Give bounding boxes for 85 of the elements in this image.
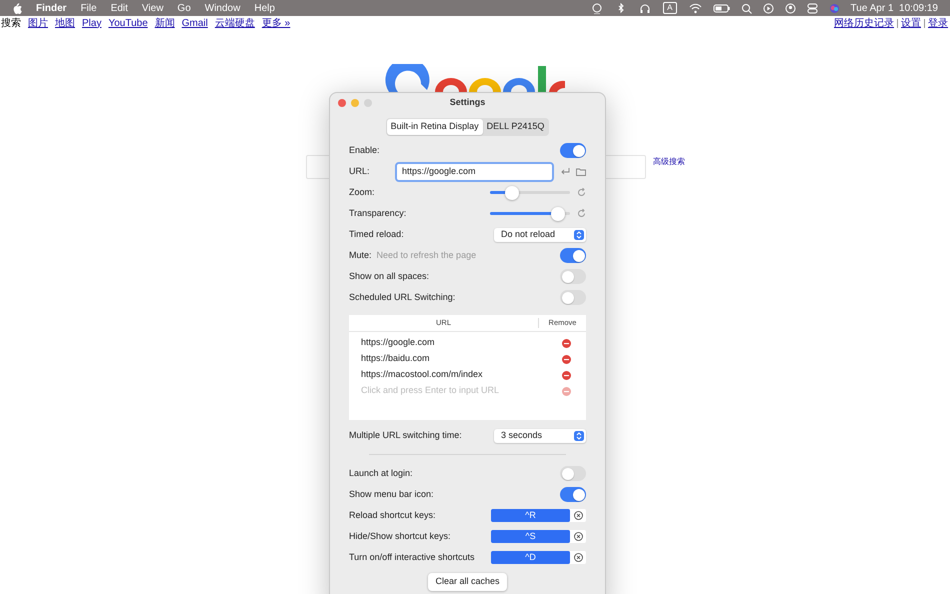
advanced-search-link[interactable]: 高级搜索 (653, 156, 685, 168)
toggle-switch[interactable] (560, 466, 586, 481)
setting-label: Show on all spaces: (349, 270, 430, 283)
shortcut-recorder[interactable]: ^S (491, 530, 570, 543)
control-center-icon[interactable] (806, 2, 818, 14)
slider-thumb[interactable] (504, 186, 519, 200)
url-field[interactable]: https://google.com (395, 162, 554, 182)
clear-icon[interactable] (574, 532, 582, 541)
table-cell-text: https://macostool.com/m/index (361, 368, 484, 382)
wifi-icon[interactable] (688, 2, 702, 14)
slider[interactable] (490, 206, 570, 220)
clear-icon[interactable] (574, 553, 582, 562)
account-link[interactable]: 设置 (901, 16, 921, 30)
nav-link[interactable]: 更多 » (262, 16, 290, 30)
remove-icon[interactable] (562, 370, 571, 380)
toggle-switch[interactable] (560, 487, 586, 502)
account-link[interactable]: 网络历史记录 (834, 16, 894, 30)
user-circle-icon[interactable] (784, 2, 796, 14)
menu-item[interactable]: File (80, 0, 97, 16)
table-cell-text: https://google.com (361, 336, 436, 350)
play-circle-icon[interactable] (762, 2, 774, 14)
setting-label: Multiple URL switching time: (349, 428, 462, 442)
shortcut-recorder[interactable]: ^D (491, 551, 570, 564)
remove-icon[interactable] (562, 338, 571, 348)
shortcut-recorder[interactable]: ^R (491, 509, 570, 522)
nav-link[interactable]: 云端硬盘 (214, 16, 255, 30)
display-tab[interactable]: Built-in Retina Display (386, 119, 483, 135)
setting-label: Turn on/off interactive shortcuts (349, 550, 475, 564)
headphones-icon[interactable] (639, 2, 652, 14)
display-tab[interactable]: DELL P2415Q (482, 119, 548, 135)
nav-link[interactable]: YouTube (108, 16, 148, 30)
menu-item[interactable]: Go (177, 0, 191, 16)
hint-text: Need to refresh the page (376, 248, 476, 262)
popup-button[interactable]: Do not reload (494, 228, 586, 242)
toggle-switch[interactable] (560, 248, 586, 263)
setting-label: Reload shortcut keys: (349, 508, 436, 522)
apple-icon[interactable] (12, 2, 22, 14)
menu-bar-clock[interactable]: Tue Apr 1 10:09:19 (850, 0, 938, 16)
nav-link[interactable]: Play (82, 16, 102, 30)
popup-value: 3 seconds (501, 428, 542, 442)
menu-item[interactable]: View (142, 0, 164, 16)
search-icon[interactable] (740, 2, 752, 14)
return-icon[interactable] (560, 167, 570, 176)
stepper-icon[interactable] (574, 230, 584, 240)
toggle-switch[interactable] (560, 143, 586, 158)
setting-label: Mute: (349, 248, 372, 262)
reset-icon[interactable] (577, 209, 586, 218)
popup-button[interactable]: 3 seconds (494, 428, 586, 442)
setting-label: Scheduled URL Switching: (349, 290, 456, 304)
siri-icon[interactable] (828, 2, 840, 14)
setting-label: Hide/Show shortcut keys: (349, 530, 451, 543)
globe-icon[interactable] (591, 2, 604, 14)
menu-item[interactable]: Help (254, 0, 275, 16)
nav-link[interactable]: 新闻 (154, 16, 175, 30)
table-cell-text: https://baidu.com (361, 352, 431, 366)
remove-icon[interactable] (562, 354, 571, 364)
menu-item[interactable]: Window (204, 0, 240, 16)
setting-label: Show menu bar icon: (349, 488, 434, 501)
popup-value: Do not reload (501, 228, 556, 241)
nav-link[interactable]: 地图 (55, 16, 75, 30)
toggle-switch[interactable] (560, 290, 586, 305)
input-source-indicator[interactable]: A (663, 2, 677, 14)
setting-label: Zoom: (349, 186, 375, 199)
folder-icon[interactable] (576, 168, 586, 176)
slider[interactable] (490, 186, 570, 200)
stepper-icon[interactable] (574, 430, 584, 440)
search-nav-label: 搜索 (1, 16, 21, 30)
setting-label: Launch at login: (349, 466, 413, 480)
setting-label: Transparency: (349, 206, 406, 220)
reset-icon[interactable] (577, 188, 586, 197)
clear-caches-button[interactable]: Clear all caches (428, 573, 507, 591)
toggle-switch[interactable] (560, 269, 586, 284)
battery-icon[interactable] (712, 2, 730, 14)
setting-label: Enable: (349, 144, 380, 157)
close-button[interactable] (338, 98, 346, 106)
setting-label: Timed reload: (349, 228, 404, 241)
setting-label: URL: (349, 164, 370, 178)
menu-item[interactable]: Edit (110, 0, 128, 16)
clear-icon[interactable] (574, 511, 582, 520)
account-link[interactable]: 登录 (928, 16, 948, 30)
window-title: Settings (450, 96, 486, 109)
slider-thumb[interactable] (550, 206, 565, 220)
nav-link[interactable]: 图片 (28, 16, 48, 30)
app-menu[interactable]: Finder (36, 0, 67, 16)
nav-link[interactable]: Gmail (182, 16, 208, 30)
